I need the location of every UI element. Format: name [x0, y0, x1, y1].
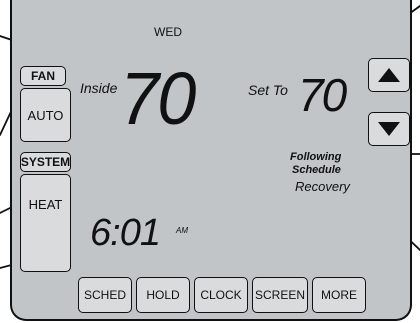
screen-button[interactable]: SCREEN	[252, 277, 308, 313]
system-label: SYSTEM	[20, 152, 71, 172]
time-display: 6:01	[90, 212, 161, 254]
status-recovery: Recovery	[295, 179, 350, 194]
sched-button[interactable]: SCHED	[78, 277, 132, 313]
fan-auto-button[interactable]: AUTO	[20, 88, 71, 142]
temp-up-button[interactable]	[368, 58, 410, 92]
status-schedule: Schedule	[292, 164, 341, 176]
day-label: WED	[154, 25, 182, 39]
inside-temperature: 70	[120, 57, 196, 140]
hold-button[interactable]: HOLD	[136, 277, 190, 313]
more-button[interactable]: MORE	[312, 277, 366, 313]
up-arrow-icon	[378, 68, 400, 82]
set-to-label: Set To	[248, 82, 288, 98]
clock-button[interactable]: CLOCK	[194, 277, 248, 313]
system-heat-button[interactable]: HEAT	[20, 174, 71, 272]
am-pm-indicator: AM	[176, 226, 188, 235]
fan-label: FAN	[20, 66, 66, 86]
set-temperature: 70	[298, 69, 347, 121]
temp-down-button[interactable]	[368, 112, 410, 146]
status-following: Following	[290, 151, 342, 163]
inside-label: Inside	[80, 80, 118, 96]
down-arrow-icon	[378, 122, 400, 136]
